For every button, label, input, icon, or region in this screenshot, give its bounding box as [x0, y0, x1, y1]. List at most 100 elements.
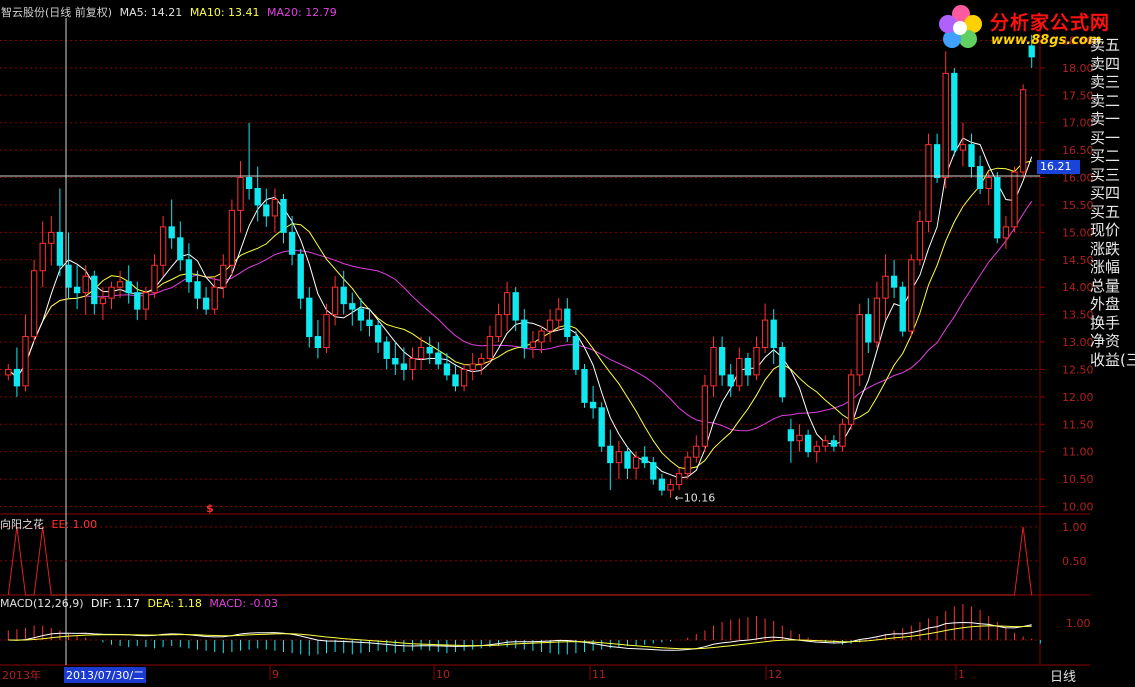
candle-body — [684, 456, 691, 475]
candle-body — [486, 336, 494, 359]
candle-body — [5, 368, 12, 376]
candle-body — [787, 429, 795, 442]
candle — [22, 314, 29, 392]
period-label[interactable]: 日线 — [1050, 666, 1076, 685]
candle-body — [882, 275, 889, 299]
candle — [718, 336, 726, 386]
candle-body — [478, 357, 485, 365]
candle-body — [357, 308, 365, 321]
candle-body — [220, 264, 227, 288]
candle-body — [615, 451, 623, 464]
candle — [503, 281, 511, 332]
candle — [168, 199, 175, 249]
macd-value: MACD: -0.03 — [209, 597, 279, 610]
price-tick-label: 16.50 — [1062, 144, 1094, 157]
candle-body — [288, 231, 296, 255]
candle — [658, 473, 666, 496]
candle — [185, 243, 193, 293]
candle — [349, 292, 356, 326]
candle-body — [116, 281, 124, 288]
candle — [968, 133, 975, 178]
candle-body — [830, 440, 838, 447]
candle-body — [99, 297, 107, 305]
candle-body — [753, 347, 760, 376]
timeline-date[interactable]: 2013/07/30/二 — [64, 667, 147, 683]
quote-panel-item: 卖五 — [1090, 36, 1121, 54]
low-price-label: ←10.16 — [675, 492, 716, 505]
candle — [822, 435, 829, 452]
candle — [641, 446, 648, 469]
candle — [581, 363, 588, 408]
candle — [245, 122, 253, 200]
candle — [478, 352, 485, 375]
candle — [813, 440, 820, 463]
candle — [331, 276, 339, 326]
candle-body — [409, 357, 416, 370]
candle — [529, 331, 537, 359]
candle-body — [211, 286, 218, 310]
candle-body — [460, 368, 468, 387]
candle-body — [804, 434, 812, 453]
candle-body — [718, 347, 726, 376]
candle-body — [142, 292, 150, 310]
candle — [942, 51, 949, 189]
candle — [882, 254, 889, 321]
candle — [280, 193, 287, 244]
indicator-value: EE: 1.00 — [51, 518, 98, 531]
candle-body — [39, 242, 46, 272]
quote-panel-item: 买二 — [1090, 147, 1121, 165]
candle — [366, 309, 373, 337]
macd-dea-line — [8, 625, 1032, 650]
candle-body — [538, 330, 545, 343]
candle-body — [968, 144, 975, 168]
candle-body — [994, 177, 1001, 239]
candle — [572, 331, 580, 375]
candle-body — [48, 231, 55, 244]
candle-body — [374, 325, 382, 343]
candle — [787, 418, 795, 463]
quote-panel-item: 净资 — [1090, 332, 1121, 350]
candle-body — [306, 297, 313, 338]
quote-panel-item: 外盘 — [1090, 295, 1121, 313]
candle-body — [245, 177, 253, 189]
quote-panel-item: 卖四 — [1090, 54, 1121, 73]
candle — [116, 270, 124, 299]
candle-body — [56, 231, 64, 266]
candle-body — [280, 198, 287, 233]
candle — [555, 298, 562, 332]
candle — [56, 188, 64, 277]
logo-url: www.88gs.com — [991, 33, 1102, 48]
candle — [804, 429, 812, 458]
candle — [392, 342, 399, 375]
signal-marker: $ — [206, 502, 214, 515]
candle — [770, 309, 777, 364]
candle-body — [125, 281, 132, 294]
candle-body — [271, 198, 279, 217]
candle — [73, 265, 81, 310]
candle — [159, 215, 167, 277]
candle — [30, 259, 38, 343]
price-tick-label: 13.50 — [1062, 309, 1094, 322]
flower-icon — [939, 5, 982, 48]
kline-chart: 18.5018.0017.5017.0016.5016.0015.5015.00… — [0, 18, 1094, 681]
candle — [761, 303, 769, 353]
candle-body — [168, 226, 175, 239]
macd-dea: DEA: 1.18 — [147, 597, 202, 610]
chart-header: 智云股份(日线 前复权) MA5: 14.21 MA10: 13.41 MA20… — [1, 4, 337, 20]
candle-body — [675, 473, 683, 486]
price-tick-label: 14.50 — [1062, 254, 1094, 267]
candle — [469, 352, 476, 381]
macd-tick-label: 1.00 — [1066, 617, 1091, 630]
candle — [297, 248, 304, 310]
candle-body — [951, 72, 958, 151]
quote-panel-item: 卖三 — [1090, 73, 1121, 91]
candle — [521, 309, 528, 359]
quote-panel-item: 换手 — [1090, 313, 1121, 332]
macd-header: MACD(12,26,9) DIF: 1.17 DEA: 1.18 MACD: … — [0, 597, 278, 610]
candle-body — [503, 292, 511, 316]
candle — [288, 215, 296, 266]
macd-name: MACD(12,26,9) — [0, 597, 84, 610]
candle — [48, 215, 55, 266]
candle — [82, 265, 89, 315]
timeline-month-label: 12 — [768, 668, 782, 681]
